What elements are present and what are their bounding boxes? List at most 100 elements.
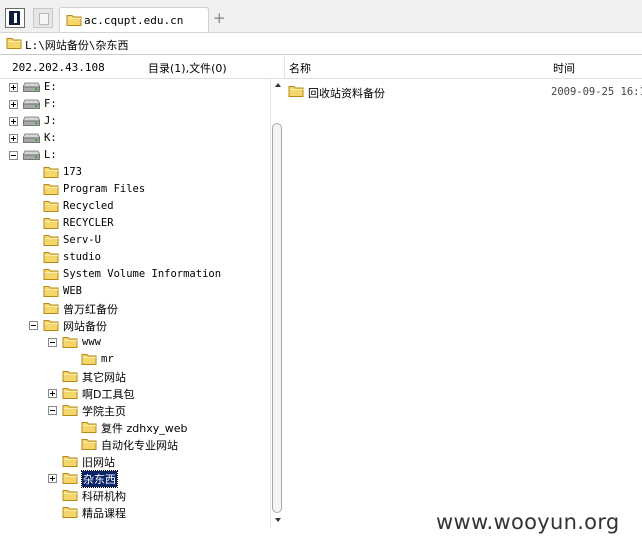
tree-drive[interactable]: L:	[0, 147, 270, 164]
folder-icon	[62, 403, 78, 417]
drive-icon	[23, 150, 40, 160]
collapse-icon[interactable]	[29, 321, 38, 330]
tree-item-label: 173	[63, 166, 82, 178]
address-path[interactable]: L:\网站备份\杂东西	[25, 37, 129, 53]
expand-icon[interactable]	[9, 100, 18, 109]
tree-item-label: E:	[44, 81, 57, 93]
folder-icon	[62, 471, 78, 485]
folder-icon	[81, 352, 97, 366]
folder-icon	[43, 250, 59, 264]
collapse-icon[interactable]	[48, 406, 57, 415]
drive-icon	[23, 82, 40, 92]
tree-item-label: Serv-U	[63, 234, 101, 246]
expand-icon[interactable]	[9, 83, 18, 92]
tree-item-label: 精品课程	[82, 507, 126, 520]
folder-icon	[43, 233, 59, 247]
tree-folder[interactable]: 旧网站	[0, 453, 270, 470]
tree-folder[interactable]: studio	[0, 249, 270, 266]
tree-item-label: Program Files	[63, 183, 146, 195]
tree-item-label: J:	[44, 115, 57, 127]
column-header-name[interactable]: 名称	[289, 60, 311, 76]
tree-folder[interactable]: Serv-U	[0, 232, 270, 249]
add-tab-button[interactable]: +	[213, 9, 226, 27]
tree-item-label: F:	[44, 98, 57, 110]
folder-icon	[62, 488, 78, 502]
folder-icon	[43, 199, 59, 213]
column-divider[interactable]	[284, 57, 285, 78]
file-time: 2009-09-25 16:1	[551, 86, 642, 98]
tree-item-label: 其它网站	[82, 371, 126, 384]
tree-folder[interactable]: 学院主页	[0, 402, 270, 419]
tree-item-label: RECYCLER	[63, 217, 114, 229]
folder-icon	[81, 437, 97, 451]
tree-item-label: 旧网站	[82, 456, 115, 469]
tree-item-label: 复件 zdhxy_web	[101, 422, 188, 435]
folder-icon	[62, 386, 78, 400]
panel-icon	[9, 11, 20, 25]
expand-icon[interactable]	[9, 134, 18, 143]
file-list: 回收站资料备份 2009-09-25 16:1	[285, 79, 642, 529]
file-row[interactable]: 回收站资料备份 2009-09-25 16:1	[285, 82, 642, 100]
tree-drive[interactable]: F:	[0, 96, 270, 113]
address-bar[interactable]: L:\网站备份\杂东西	[0, 33, 642, 55]
tab-active[interactable]: ac.cqupt.edu.cn	[59, 7, 209, 32]
tree-folder[interactable]: 173	[0, 164, 270, 181]
tree-folder[interactable]: 其它网站	[0, 368, 270, 385]
tree-item-label: 自动化专业网站	[101, 439, 178, 452]
drive-icon	[23, 116, 40, 126]
folder-tree: E: F: J: K: L: 173 Program Files Recycled RECYCL…	[0, 79, 270, 529]
tree-item-label: studio	[63, 251, 101, 263]
tree-item-label: 曾万红备份	[63, 303, 118, 316]
tree-item-label: L:	[44, 149, 57, 161]
tree-item-label: 杂东西	[81, 470, 118, 488]
expand-icon[interactable]	[48, 389, 57, 398]
tree-item-label: WEB	[63, 285, 82, 297]
column-header-time[interactable]: 时间	[553, 60, 575, 76]
folder-icon	[43, 301, 59, 315]
folder-icon	[66, 13, 82, 27]
tree-drive[interactable]: E:	[0, 79, 270, 96]
scroll-down-icon[interactable]	[275, 518, 281, 522]
tree-folder[interactable]: 复件 zdhxy_web	[0, 419, 270, 436]
drive-icon	[23, 99, 40, 109]
collapse-icon[interactable]	[48, 338, 57, 347]
tree-folder[interactable]: 曾万红备份	[0, 300, 270, 317]
expand-icon[interactable]	[48, 474, 57, 483]
folder-icon	[6, 36, 22, 50]
tree-folder[interactable]: 自动化专业网站	[0, 436, 270, 453]
list-header: 202.202.43.108 目录(1),文件(0) 名称 时间	[0, 57, 642, 79]
tree-folder[interactable]: Recycled	[0, 198, 270, 215]
folder-icon	[43, 165, 59, 179]
page-icon	[39, 13, 49, 25]
tree-item-label: 学院主页	[82, 405, 126, 418]
tree-folder[interactable]: 精品课程	[0, 504, 270, 521]
tree-drive[interactable]: K:	[0, 130, 270, 147]
server-ip: 202.202.43.108	[12, 61, 105, 74]
blank-tab-button[interactable]	[33, 8, 53, 28]
tree-scrollbar[interactable]	[270, 79, 285, 528]
tree-folder[interactable]: 科研机构	[0, 487, 270, 504]
drive-icon	[23, 133, 40, 143]
tree-item-label: mr	[101, 353, 114, 365]
tree-folder[interactable]: 网站备份	[0, 317, 270, 334]
expand-icon[interactable]	[9, 117, 18, 126]
collapse-icon[interactable]	[9, 151, 18, 160]
tree-folder[interactable]: 杂东西	[0, 470, 270, 488]
toggle-panel-button[interactable]	[5, 8, 25, 28]
scroll-up-icon[interactable]	[275, 83, 281, 87]
tree-item-label: 科研机构	[82, 490, 126, 503]
tab-bar: ac.cqupt.edu.cn +	[0, 0, 642, 33]
tree-folder[interactable]: 啊D工具包	[0, 385, 270, 402]
tree-folder[interactable]: RECYCLER	[0, 215, 270, 232]
tree-folder[interactable]: Program Files	[0, 181, 270, 198]
folder-icon	[62, 335, 78, 349]
tree-folder[interactable]: WEB	[0, 283, 270, 300]
tree-folder[interactable]: www	[0, 334, 270, 351]
scroll-thumb[interactable]	[272, 123, 282, 513]
tree-drive[interactable]: J:	[0, 113, 270, 130]
tree-folder[interactable]: mr	[0, 351, 270, 368]
folder-icon	[43, 267, 59, 281]
folder-icon	[62, 369, 78, 383]
tree-folder[interactable]: System Volume Information	[0, 266, 270, 283]
folder-icon	[81, 420, 97, 434]
